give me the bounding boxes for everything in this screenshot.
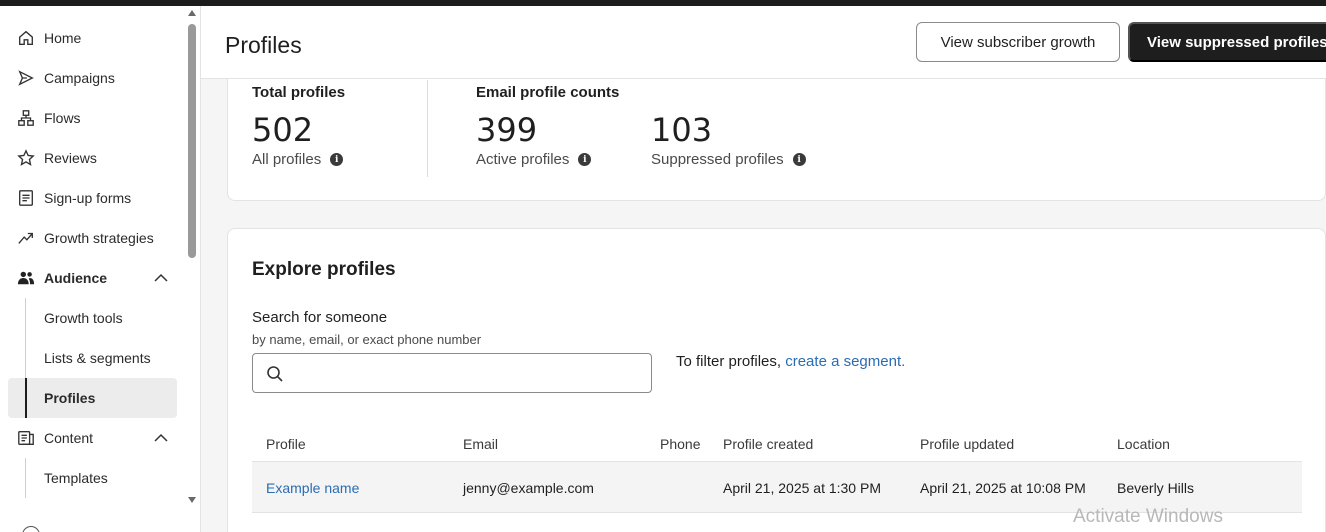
view-subscriber-growth-button[interactable]: View subscriber growth	[916, 22, 1120, 62]
send-icon	[16, 68, 36, 88]
sidebar-nav: Home Campaigns Flows Reviews Sign-up for…	[0, 18, 185, 498]
stat-sublabel: Active profiles i	[476, 151, 619, 168]
section-title: Explore profiles	[252, 259, 396, 280]
sidebar-item-label: Lists & segments	[44, 350, 151, 366]
info-icon[interactable]: i	[792, 153, 806, 166]
star-icon	[16, 148, 36, 168]
created-cell: April 21, 2025 at 1:30 PM	[723, 480, 881, 496]
info-icon[interactable]: i	[330, 153, 344, 166]
sidebar-item-signup-forms[interactable]: Sign-up forms	[0, 178, 185, 218]
total-profiles-stat: Total profiles 502 All profiles i	[252, 84, 345, 168]
stat-value: 399	[476, 111, 538, 149]
view-suppressed-profiles-button[interactable]: View suppressed profiles	[1128, 22, 1326, 62]
column-header-email[interactable]: Email	[463, 436, 498, 452]
sidebar-item-label: Templates	[44, 470, 108, 486]
stat-label: Total profiles	[252, 84, 346, 101]
chevron-up-icon[interactable]	[153, 270, 169, 286]
filter-hint-text: To filter profiles,	[676, 353, 782, 370]
email-cell: jenny@example.com	[463, 480, 594, 496]
column-header-updated[interactable]: Profile updated	[920, 436, 1014, 452]
stat-sublabel: All profiles i	[252, 151, 345, 168]
flow-icon	[16, 108, 36, 128]
column-header-phone[interactable]: Phone	[660, 436, 700, 452]
scroll-down-arrow-icon[interactable]	[188, 497, 196, 503]
email-counts-stat: Email profile counts 399 Active profiles…	[476, 84, 619, 168]
sidebar-item-label: Growth strategies	[44, 230, 154, 246]
sidebar-item-label: Flows	[44, 110, 81, 126]
stat-sublabel-text: Active profiles	[476, 151, 570, 168]
stat-value: 103	[651, 111, 713, 149]
chevron-up-icon[interactable]	[153, 430, 169, 446]
sidebar-item-label: Audience	[44, 270, 108, 286]
stat-label: Email profile counts	[476, 84, 620, 101]
form-icon	[16, 188, 36, 208]
trend-icon	[16, 228, 36, 248]
stat-sublabel-text: All profiles	[252, 151, 322, 168]
sidebar-item-audience[interactable]: Audience	[0, 258, 185, 298]
column-header-created[interactable]: Profile created	[723, 436, 813, 452]
audience-submenu: Growth tools Lists & segments Profiles	[0, 298, 185, 418]
explore-profiles-card: Explore profiles Search for someone by n…	[227, 228, 1326, 532]
stat-value: 502	[252, 111, 314, 149]
suppressed-stat: 103 Suppressed profiles i	[651, 84, 806, 168]
sidebar-item-label: Profiles	[44, 390, 96, 406]
stat-sublabel: Suppressed profiles i	[651, 151, 806, 168]
page-title: Profiles	[225, 32, 302, 58]
sidebar-item-home[interactable]: Home	[0, 18, 185, 58]
content-submenu: Templates	[0, 458, 185, 498]
stat-sublabel-text: Suppressed profiles	[651, 151, 784, 168]
info-icon[interactable]: i	[578, 153, 592, 166]
search-input[interactable]	[293, 360, 643, 386]
sidebar-item-label: Growth tools	[44, 310, 123, 326]
profile-stats-card: Total profiles 502 All profiles i Email …	[227, 60, 1326, 201]
sidebar-item-profiles[interactable]: Profiles	[8, 378, 177, 418]
sidebar-item-lists-segments[interactable]: Lists & segments	[0, 338, 185, 378]
sidebar-item-reviews[interactable]: Reviews	[0, 138, 185, 178]
sidebar: Home Campaigns Flows Reviews Sign-up for…	[0, 6, 201, 532]
profile-name-link[interactable]: Example name	[266, 480, 359, 496]
location-cell: Beverly Hills	[1117, 480, 1195, 496]
sidebar-item-campaigns[interactable]: Campaigns	[0, 58, 185, 98]
avatar[interactable]	[22, 526, 40, 532]
filter-hint: To filter profiles, create a segment.	[676, 353, 905, 370]
sidebar-item-content[interactable]: Content	[0, 418, 185, 458]
sidebar-scroll-thumb[interactable]	[188, 24, 196, 258]
create-segment-link[interactable]: create a segment.	[785, 353, 905, 370]
sidebar-item-flows[interactable]: Flows	[0, 98, 185, 138]
page-header: Profiles View subscriber growth View sup…	[201, 6, 1326, 79]
column-header-profile[interactable]: Profile	[266, 436, 306, 452]
column-header-location[interactable]: Location	[1117, 436, 1170, 452]
sidebar-item-label: Reviews	[44, 150, 97, 166]
sidebar-item-label: Sign-up forms	[44, 190, 132, 206]
divider	[427, 80, 428, 177]
sidebar-item-label: Home	[44, 30, 82, 46]
search-label: Search for someone	[252, 309, 388, 326]
people-icon	[16, 268, 36, 288]
table-header: Profile Email Phone Profile created Prof…	[252, 427, 1302, 461]
search-field[interactable]	[252, 353, 652, 393]
updated-cell: April 21, 2025 at 10:08 PM	[920, 480, 1086, 496]
scroll-up-arrow-icon[interactable]	[188, 10, 196, 16]
sidebar-item-growth-tools[interactable]: Growth tools	[0, 298, 185, 338]
sidebar-item-label: Campaigns	[44, 70, 115, 86]
search-icon	[267, 366, 283, 382]
sidebar-item-growth-strategies[interactable]: Growth strategies	[0, 218, 185, 258]
content-icon	[16, 428, 36, 448]
sidebar-item-label: Content	[44, 430, 94, 446]
activate-windows-watermark: Activate Windows	[1073, 506, 1223, 527]
home-icon	[16, 28, 36, 48]
sidebar-item-templates[interactable]: Templates	[0, 458, 185, 498]
search-hint: by name, email, or exact phone number	[252, 332, 482, 347]
